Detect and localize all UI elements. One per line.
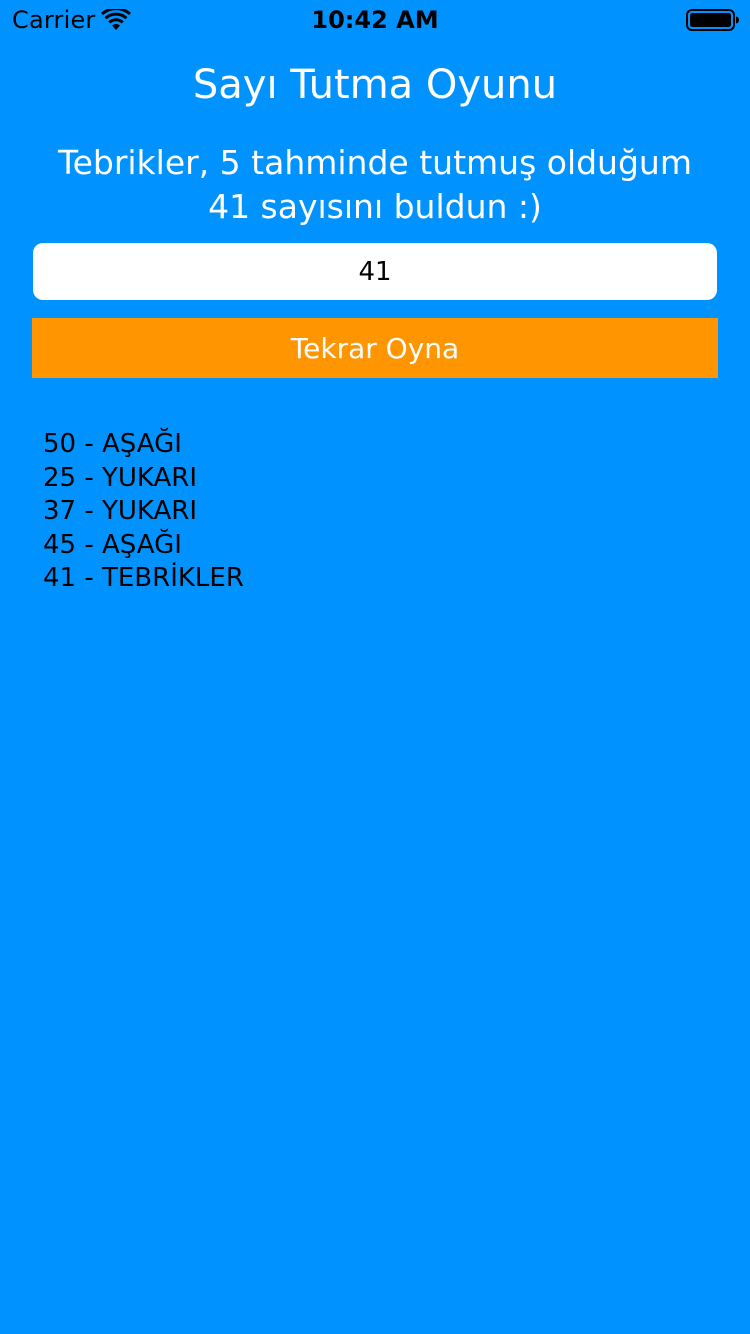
guess-history-list: 50 - AŞAĞI 25 - YUKARI 37 - YUKARI 45 - … xyxy=(43,428,244,596)
play-again-button[interactable]: Tekrar Oyna xyxy=(32,318,718,378)
history-item: 41 - TEBRİKLER xyxy=(43,563,244,593)
status-time: 10:42 AM xyxy=(311,6,439,34)
history-item: 50 - AŞAĞI xyxy=(43,429,182,459)
battery-icon xyxy=(686,9,739,31)
game-screen: Carrier 10:42 AM Sayı Tutma Oyunu Tebrik… xyxy=(0,0,750,1334)
page-title: Sayı Tutma Oyunu xyxy=(192,62,558,108)
status-bar: Carrier 10:42 AM xyxy=(0,0,750,40)
result-message: Tebrikler, 5 tahminde tutmuş olduğum 41 … xyxy=(58,143,692,226)
history-item: 45 - AŞAĞI xyxy=(43,529,182,560)
guess-input[interactable] xyxy=(33,243,717,300)
history-item: 25 - YUKARI xyxy=(43,462,198,493)
history-item: 37 - YUKARI xyxy=(43,496,198,526)
